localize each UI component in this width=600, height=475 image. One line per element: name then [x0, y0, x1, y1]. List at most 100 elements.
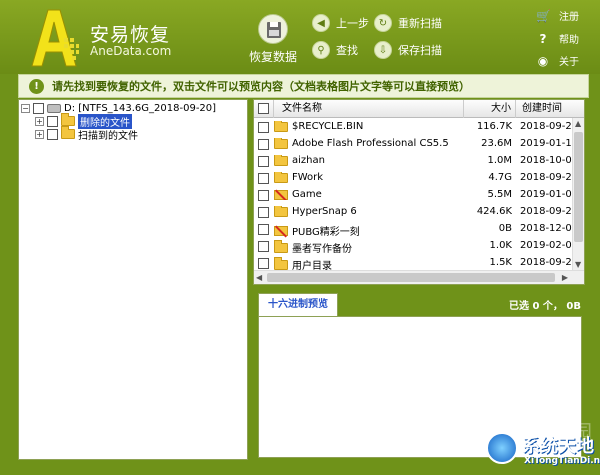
file-size: 23.6M — [481, 138, 512, 149]
file-row-checkbox[interactable] — [258, 122, 269, 133]
preview-tab-bar: 十六进制预览 已选 0 个， 0B — [253, 291, 585, 316]
tree-item-label: 扫描到的文件 — [78, 130, 138, 142]
file-row-checkbox[interactable] — [258, 173, 269, 184]
file-name: Adobe Flash Professional CS5.5 — [292, 138, 449, 149]
file-row[interactable]: Game 5.5M 2019-01-0 — [254, 187, 572, 204]
expand-icon[interactable]: + — [35, 116, 44, 126]
tab-hex-preview[interactable]: 十六进制预览 — [258, 293, 338, 316]
save-scan-button[interactable]: ⇩ 保存扫描 — [374, 41, 442, 59]
help-label: 帮助 — [559, 35, 579, 46]
refresh-icon: ↻ — [374, 14, 392, 32]
vertical-scrollbar[interactable]: ▲ ▼ — [572, 118, 584, 270]
tree-item-checkbox[interactable] — [47, 128, 58, 140]
file-size: 1.0M — [487, 155, 512, 166]
scroll-left-icon[interactable]: ◀ — [256, 273, 262, 282]
file-row[interactable]: aizhan 1.0M 2018-10-0 — [254, 153, 572, 170]
file-size: 1.0K — [489, 240, 512, 251]
back-arrow-icon: ◀ — [312, 14, 330, 32]
horizontal-scrollbar[interactable]: ◀ ▶ — [254, 270, 584, 284]
tip-bar: ! 请先找到要恢复的文件，双击文件可以预览内容（文档表格图片文字等可以直接预览） — [18, 74, 589, 98]
file-date: 2018-09-2 — [520, 172, 572, 183]
file-date: 2018-12-0 — [520, 223, 572, 234]
column-header-date[interactable]: 创建时间 — [516, 100, 584, 118]
folder-icon — [274, 240, 288, 253]
folder-icon — [61, 113, 75, 126]
tree-item-scanned[interactable]: + 扫描到的文件 — [35, 126, 138, 142]
file-size: 424.6K — [476, 206, 512, 217]
watermark: 当下软件园 系统天地 XiTongTianDi.net — [440, 410, 600, 475]
recover-data-button[interactable]: 恢复数据 — [244, 14, 302, 65]
scroll-down-icon[interactable]: ▼ — [575, 260, 581, 269]
recover-data-label: 恢复数据 — [248, 50, 297, 64]
prev-step-button[interactable]: ◀ 上一步 — [312, 14, 369, 32]
file-size: 5.5M — [487, 189, 512, 200]
watermark-logo-icon — [486, 432, 518, 464]
file-row-checkbox[interactable] — [258, 224, 269, 235]
drive-icon — [47, 103, 61, 113]
file-name: 墨者写作备份 — [292, 244, 352, 255]
folder-icon — [274, 172, 288, 183]
file-size: 0B — [498, 223, 512, 234]
file-date: 2018-10-0 — [520, 155, 572, 166]
folder-icon — [61, 126, 75, 139]
file-date: 2019-02-0 — [520, 240, 572, 251]
column-header-name[interactable]: 文件名称 — [274, 100, 464, 118]
file-list: 文件名称 大小 创建时间 $RECYCLE.BIN 116.7K 2018-09-2… — [253, 99, 585, 285]
question-icon: ? — [539, 31, 547, 46]
register-button[interactable]: 🛒 注册 — [536, 8, 579, 24]
file-date: 2018-09-2 — [520, 121, 572, 132]
search-label: 查找 — [336, 44, 358, 57]
rescan-button[interactable]: ↻ 重新扫描 — [374, 14, 442, 32]
help-button[interactable]: ? 帮助 — [536, 31, 579, 47]
file-row[interactable]: $RECYCLE.BIN 116.7K 2018-09-2 — [254, 119, 572, 136]
deleted-folder-icon — [274, 189, 288, 200]
search-icon: ⚲ — [312, 41, 330, 59]
folder-icon — [274, 155, 288, 166]
file-row-checkbox[interactable] — [258, 258, 269, 269]
collapse-icon[interactable]: − — [21, 103, 30, 113]
file-size: 4.7G — [488, 172, 512, 183]
file-name: FWork — [292, 172, 324, 183]
selected-count: 已选 0 个， 0B — [509, 301, 581, 312]
file-row-checkbox[interactable] — [258, 207, 269, 218]
prev-step-label: 上一步 — [336, 17, 369, 30]
file-row[interactable]: Adobe Flash Professional CS5.5 23.6M 2019-… — [254, 136, 572, 153]
deleted-folder-icon — [274, 225, 288, 236]
file-row[interactable]: PUBG精彩一刻 0B 2018-12-0 — [254, 221, 572, 238]
save-disk-icon — [258, 14, 288, 44]
tree-item-checkbox[interactable] — [47, 115, 58, 127]
download-icon: ⇩ — [374, 41, 392, 59]
file-name: $RECYCLE.BIN — [292, 121, 364, 132]
column-header-size[interactable]: 大小 — [464, 100, 516, 118]
scroll-up-icon[interactable]: ▲ — [575, 119, 581, 128]
app-name: 安易恢复 — [90, 24, 171, 46]
file-row-checkbox[interactable] — [258, 241, 269, 252]
file-row[interactable]: HyperSnap 6 424.6K 2018-09-2 — [254, 204, 572, 221]
file-name: Game — [292, 189, 322, 200]
select-all-checkbox[interactable] — [258, 103, 269, 114]
folder-icon — [274, 138, 288, 149]
file-row-checkbox[interactable] — [258, 190, 269, 201]
scroll-right-icon[interactable]: ▶ — [562, 273, 568, 282]
app-logo-icon — [31, 9, 79, 67]
app-header: 安易恢复 AneData.com 恢复数据 ◀ 上一步 ⚲ 查找 ↻ 重新扫描 … — [0, 0, 600, 74]
file-name: aizhan — [292, 155, 325, 166]
file-row-checkbox[interactable] — [258, 139, 269, 150]
search-button[interactable]: ⚲ 查找 — [312, 41, 358, 59]
file-list-header: 文件名称 大小 创建时间 — [254, 100, 584, 118]
info-circle-icon: ◉ — [537, 53, 549, 68]
file-row[interactable]: FWork 4.7G 2018-09-2 — [254, 170, 572, 187]
folder-icon — [274, 121, 288, 132]
horizontal-scroll-thumb[interactable] — [267, 273, 555, 282]
file-row-checkbox[interactable] — [258, 156, 269, 167]
file-size: 1.5K — [489, 257, 512, 268]
file-date: 2019-01-1 — [520, 138, 572, 149]
file-row[interactable]: 墨者写作备份 1.0K 2019-02-0 — [254, 238, 572, 255]
expand-icon[interactable]: + — [35, 129, 44, 139]
file-date: 2018-09-2 — [520, 206, 572, 217]
about-button[interactable]: ◉ 关于 — [536, 53, 579, 69]
tree-root-checkbox[interactable] — [33, 102, 44, 114]
file-size: 116.7K — [476, 121, 512, 132]
register-label: 注册 — [559, 12, 579, 23]
vertical-scroll-thumb[interactable] — [574, 132, 583, 242]
